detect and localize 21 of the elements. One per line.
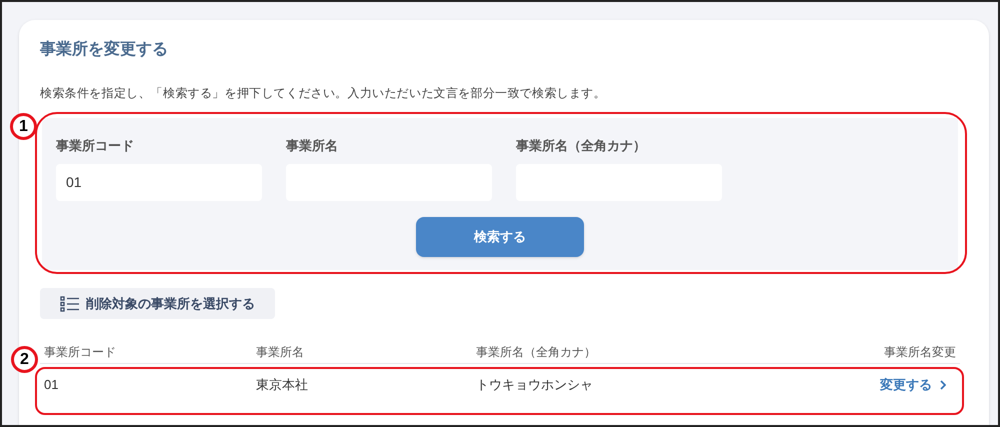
select-delete-button[interactable]: 削除対象の事業所を選択する: [40, 288, 275, 319]
button-label: 削除対象の事業所を選択する: [86, 294, 255, 313]
list-icon: [60, 296, 80, 312]
step-number: 2: [11, 346, 38, 373]
input-field[interactable]: 01: [56, 164, 262, 200]
page-title: 事業所を変更する: [40, 39, 169, 60]
step-number: 1: [10, 113, 37, 140]
field-label: 事業所コード: [56, 137, 135, 155]
description-text: 検索条件を指定し、「検索する」を押下してください。入力いただいた文言を部分一致で検索します。: [40, 85, 607, 102]
chevron-right-icon: [940, 380, 946, 390]
search-button[interactable]: 検索する: [416, 216, 584, 256]
column-header: 事業所コード: [44, 344, 117, 361]
column-header: 事業所名変更: [883, 344, 956, 361]
table-cell-text: 東京本社: [256, 376, 309, 394]
column-header: 事業所名（全角カナ）: [476, 344, 597, 361]
field-label: 事業所名: [286, 137, 339, 155]
column-header: 事業所名: [256, 344, 305, 361]
field-label: 事業所名（全角カナ）: [516, 137, 647, 155]
table-cell-text: トウキョウホンシャ: [476, 376, 594, 394]
change-link[interactable]: 変更する: [880, 374, 956, 394]
table-cell-text: 01: [44, 376, 60, 394]
